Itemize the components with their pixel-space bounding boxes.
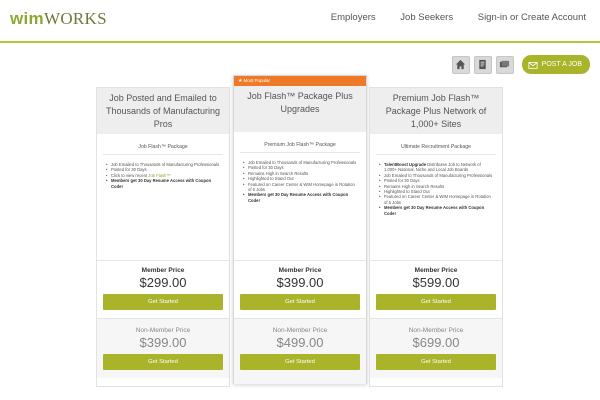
- post-job-button[interactable]: POST A JOB: [521, 55, 590, 74]
- member-price-value: $599.00: [412, 275, 460, 290]
- nonmember-get-started-button[interactable]: Get Started: [240, 354, 360, 370]
- nonmember-price-value: $499.00: [276, 335, 324, 350]
- main-nav: Employers Job Seekers Sign-in or Create …: [309, 12, 586, 23]
- home-icon: [456, 59, 466, 70]
- job-flash-link[interactable]: Job Flash™: [148, 173, 170, 178]
- cards-icon: [500, 60, 510, 68]
- nav-job-seekers[interactable]: Job Seekers: [400, 12, 453, 23]
- feature-item: Featured on Career Center & WIM Homepage…: [243, 182, 358, 193]
- member-price-label: Member Price: [278, 267, 322, 274]
- nonmember-price-section: Non-Member Price $399.00 Get Started: [97, 318, 229, 378]
- pricing-card-job-flash: Job Posted and Emailed to Thousands of M…: [96, 87, 230, 387]
- post-job-icon: [528, 61, 538, 69]
- member-price-label: Member Price: [141, 267, 185, 274]
- star-icon: ★: [238, 78, 243, 84]
- talentboost-label: TalentBoost Upgrade: [384, 162, 427, 167]
- post-job-label: POST A JOB: [541, 61, 582, 68]
- member-price-value: $299.00: [139, 275, 187, 290]
- feature-item: TalentBoost Upgrade Distributes Job to N…: [379, 162, 494, 173]
- feature-item: Members get 30 Day Resume Access with Co…: [106, 178, 221, 189]
- feature-item: Featured on Career Center & WIM Homepage…: [379, 194, 494, 205]
- member-get-started-button[interactable]: Get Started: [376, 294, 496, 310]
- nonmember-price-section: Non-Member Price $699.00 Get Started: [370, 318, 502, 378]
- home-button[interactable]: [451, 55, 470, 74]
- feature-item: Members get 30 Day Resume Access with Co…: [243, 192, 358, 203]
- member-price-value: $399.00: [276, 275, 324, 290]
- member-get-started-button[interactable]: Get Started: [103, 294, 223, 310]
- nav-signin[interactable]: Sign-in or Create Account: [478, 12, 586, 23]
- card-package-name: Job Flash™ Package: [138, 144, 188, 150]
- wimworks-logo[interactable]: wimWORKS: [10, 9, 107, 29]
- card-title: Job Posted and Emailed to Thousands of M…: [97, 88, 229, 134]
- badge-label: Most Popular: [243, 78, 270, 83]
- nav-employers[interactable]: Employers: [331, 12, 376, 23]
- member-price-section: Member Price $399.00 Get Started: [234, 260, 366, 316]
- nonmember-price-section: Non-Member Price $499.00 Get Started: [234, 318, 366, 384]
- card-package-name: Ultimate Recruitment Package: [400, 144, 472, 150]
- nonmember-price-label: Non-Member Price: [272, 327, 328, 334]
- member-price-label: Member Price: [414, 267, 458, 274]
- resumes-button[interactable]: [495, 55, 514, 74]
- header-rule: [0, 41, 600, 43]
- nonmember-get-started-button[interactable]: Get Started: [103, 354, 223, 370]
- pricing-card-job-flash-upgrades: ★Most Popular Job Flash™ Package Plus Up…: [233, 75, 367, 384]
- member-get-started-button[interactable]: Get Started: [240, 294, 360, 310]
- nonmember-price-label: Non-Member Price: [135, 327, 191, 334]
- member-price-section: Member Price $599.00 Get Started: [370, 260, 502, 316]
- document-icon: [479, 59, 486, 70]
- nonmember-price-value: $399.00: [139, 335, 187, 350]
- card-title: Job Flash™ Package Plus Upgrades: [234, 86, 366, 132]
- member-price-section: Member Price $299.00 Get Started: [97, 260, 229, 316]
- employer-toolbar: POST A JOB: [451, 55, 590, 74]
- nonmember-get-started-button[interactable]: Get Started: [376, 354, 496, 370]
- card-title: Premium Job Flash™ Package Plus Network …: [370, 88, 502, 134]
- jobs-button[interactable]: [473, 55, 492, 74]
- pricing-card-premium-network: Premium Job Flash™ Package Plus Network …: [369, 87, 503, 387]
- logo-part-wim: wim: [10, 9, 44, 28]
- most-popular-badge: ★Most Popular: [234, 76, 366, 86]
- logo-part-works: WORKS: [43, 9, 107, 28]
- feature-item: Members get 30 Day Resume Access with Co…: [379, 205, 494, 216]
- site-header: wimWORKS Employers Job Seekers Sign-in o…: [0, 0, 600, 43]
- nonmember-price-label: Non-Member Price: [408, 327, 464, 334]
- feature-text: Click to view recent: [111, 172, 149, 178]
- card-package-name: Premium Job Flash™ Package: [264, 142, 336, 148]
- nonmember-price-value: $699.00: [412, 335, 460, 350]
